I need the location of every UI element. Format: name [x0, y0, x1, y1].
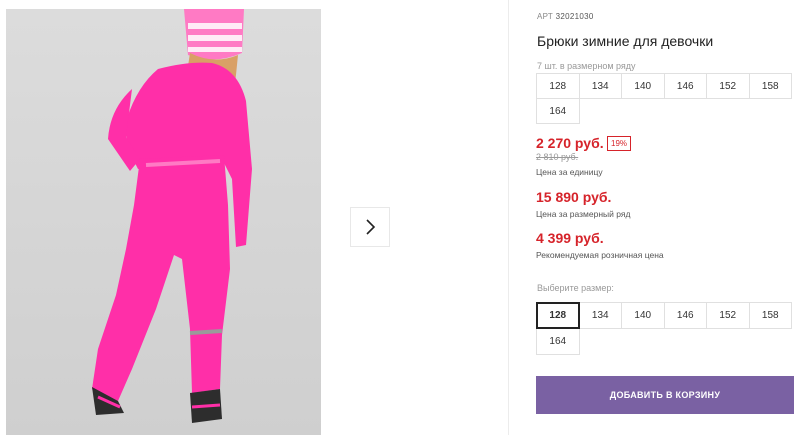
choose-size-label: Выберите размер:	[537, 283, 614, 293]
panel-divider	[508, 0, 509, 435]
size-range-cell: 134	[578, 73, 622, 99]
add-to-cart-button[interactable]: ДОБАВИТЬ В КОРЗИНУ	[536, 376, 794, 414]
retail-price-label: Рекомендуемая розничная цена	[536, 250, 664, 260]
size-option[interactable]: 164	[536, 328, 580, 355]
article-code: 32021030	[555, 12, 594, 21]
unit-price-label: Цена за единицу	[536, 167, 603, 177]
size-option[interactable]: 140	[621, 302, 665, 329]
product-photo[interactable]	[6, 9, 321, 435]
size-range-note: 7 шт. в размерном ряду	[537, 61, 636, 71]
range-price: 15 890 руб.	[536, 189, 612, 205]
old-price: 2 810 руб.	[536, 152, 579, 162]
size-option[interactable]: 134	[578, 302, 622, 329]
size-range-cell: 140	[621, 73, 665, 99]
size-range-cell: 128	[536, 73, 580, 99]
unit-price: 2 270 руб.	[536, 135, 604, 151]
product-photo-illustration	[6, 9, 321, 435]
size-range-cell: 158	[748, 73, 792, 99]
next-image-button[interactable]	[350, 207, 390, 247]
size-range-cell: 152	[706, 73, 750, 99]
discount-badge: 19%	[607, 136, 632, 151]
chevron-right-icon	[366, 219, 376, 235]
size-range-cell: 164	[536, 98, 580, 124]
article-line: АРТ 32021030	[537, 12, 594, 21]
retail-price: 4 399 руб.	[536, 230, 604, 246]
range-price-label: Цена за размерный ряд	[536, 209, 631, 219]
size-option[interactable]: 158	[748, 302, 792, 329]
size-range-grid: 128 134 140 146 152 158 164	[536, 73, 792, 124]
size-option[interactable]: 146	[663, 302, 707, 329]
size-range-cell: 146	[663, 73, 707, 99]
size-option[interactable]: 152	[706, 302, 750, 329]
size-option-selected[interactable]: 128	[536, 302, 580, 329]
product-title: Брюки зимние для девочки	[537, 33, 714, 49]
article-label: АРТ	[537, 12, 554, 21]
product-gallery	[6, 9, 506, 435]
size-selector: 128 134 140 146 152 158 164	[536, 302, 792, 355]
